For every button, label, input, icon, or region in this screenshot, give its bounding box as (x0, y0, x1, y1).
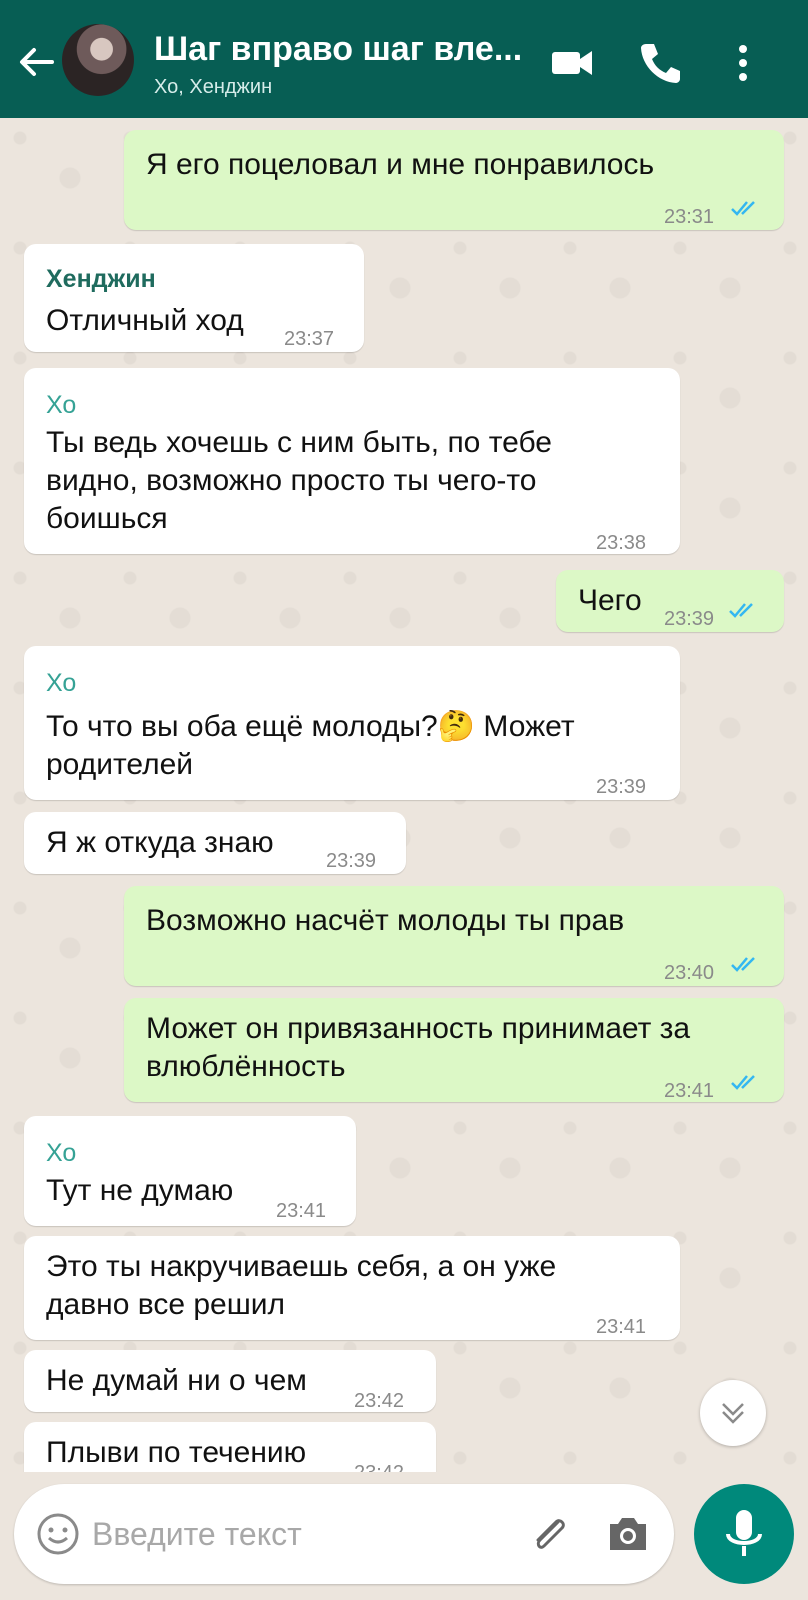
read-ticks-icon (731, 201, 755, 216)
message-bubble[interactable]: Хо Тут не думаю 23:41 (24, 1116, 356, 1226)
video-call-button[interactable] (548, 38, 598, 88)
message-composer (14, 1484, 674, 1584)
message-text: То что вы оба ещё молоды?🤔 Может родител… (46, 710, 575, 781)
message-bubble[interactable]: Это ты накручиваешь себя, а он уже давно… (24, 1236, 680, 1340)
message-text: Это ты накручиваешь себя, а он уже давно… (46, 1250, 557, 1321)
message-input[interactable] (92, 1508, 512, 1560)
menu-button[interactable] (726, 38, 760, 88)
read-ticks-icon (731, 1075, 755, 1090)
message-bubble[interactable]: Хо То что вы оба ещё молоды?🤔 Может роди… (24, 646, 680, 800)
message-text: Ты ведь хочешь с ним быть, по тебе видно… (46, 426, 552, 535)
message-text: Тут не думаю (46, 1174, 234, 1207)
message-text: Возможно насчёт молоды ты прав (146, 904, 625, 937)
message-time: 23:37 (284, 328, 335, 350)
message-text: Отличный ход (46, 304, 244, 337)
message-bubble[interactable]: Чего 23:39 (556, 570, 784, 632)
avatar[interactable] (62, 24, 134, 96)
sender-name: Хо (46, 669, 77, 697)
message-time: 23:41 (664, 1080, 715, 1102)
camera-icon[interactable] (604, 1510, 652, 1558)
message-time: 23:41 (276, 1200, 327, 1222)
message-time: 23:41 (596, 1316, 647, 1338)
read-ticks-icon (729, 603, 753, 618)
message-text: Я его поцеловал и мне понравилось (146, 148, 655, 181)
message-time: 23:42 (354, 1390, 405, 1412)
message-bubble[interactable]: Я его поцеловал и мне понравилось 23:31 (124, 130, 784, 230)
back-button[interactable] (14, 40, 58, 84)
message-list[interactable]: Я его поцеловал и мне понравилось 23:31 … (0, 118, 808, 1472)
sender-name: Хенджин (46, 265, 156, 293)
chevron-down-icon (722, 1403, 744, 1424)
message-text: Не думай ни о чем (46, 1364, 307, 1397)
message-bubble[interactable]: Возможно насчёт молоды ты прав 23:40 (124, 886, 784, 986)
message-time: 23:38 (596, 532, 647, 554)
phone-icon (641, 44, 680, 83)
message-text: Чего (578, 584, 642, 617)
back-arrow-icon (20, 48, 54, 76)
composer-bar (0, 1472, 808, 1600)
message-bubble[interactable]: Не думай ни о чем 23:42 (24, 1350, 436, 1412)
message-time: 23:39 (596, 776, 647, 798)
chat-participants[interactable]: Хо, Хенджин (154, 76, 272, 99)
more-vert-icon (739, 45, 747, 81)
message-text: Может он привязанность принимает за влюб… (146, 1012, 691, 1083)
message-bubble[interactable]: Хенджин Отличный ход 23:37 (24, 244, 364, 352)
message-time: 23:31 (664, 206, 715, 228)
voice-call-button[interactable] (636, 38, 686, 88)
message-bubble[interactable]: Хо Ты ведь хочешь с ним быть, по тебе ви… (24, 368, 680, 554)
message-text: Я ж откуда знаю (46, 826, 274, 859)
message-time: 23:39 (664, 608, 715, 630)
sender-name: Хо (46, 391, 77, 419)
message-text: Плыви по течению (46, 1436, 307, 1469)
sender-name: Хо (46, 1139, 77, 1167)
voice-message-button[interactable] (694, 1484, 794, 1584)
attach-icon[interactable] (526, 1510, 576, 1560)
message-time: 23:39 (326, 850, 377, 872)
emoji-icon[interactable] (34, 1510, 82, 1558)
video-call-icon (552, 51, 592, 75)
chat-header: Шаг вправо шаг вле... Хо, Хенджин (0, 0, 808, 118)
read-ticks-icon (731, 957, 755, 972)
message-bubble[interactable]: Может он привязанность принимает за влюб… (124, 998, 784, 1102)
message-time: 23:42 (354, 1454, 404, 1472)
scroll-to-bottom-button[interactable] (700, 1380, 766, 1446)
message-time: 23:40 (664, 962, 715, 984)
message-bubble[interactable]: Я ж откуда знаю 23:39 (24, 812, 406, 874)
chat-title[interactable]: Шаг вправо шаг вле... (154, 30, 524, 69)
message-bubble[interactable]: Плыви по течению 23:42 (24, 1422, 436, 1472)
mic-icon (726, 1510, 762, 1556)
